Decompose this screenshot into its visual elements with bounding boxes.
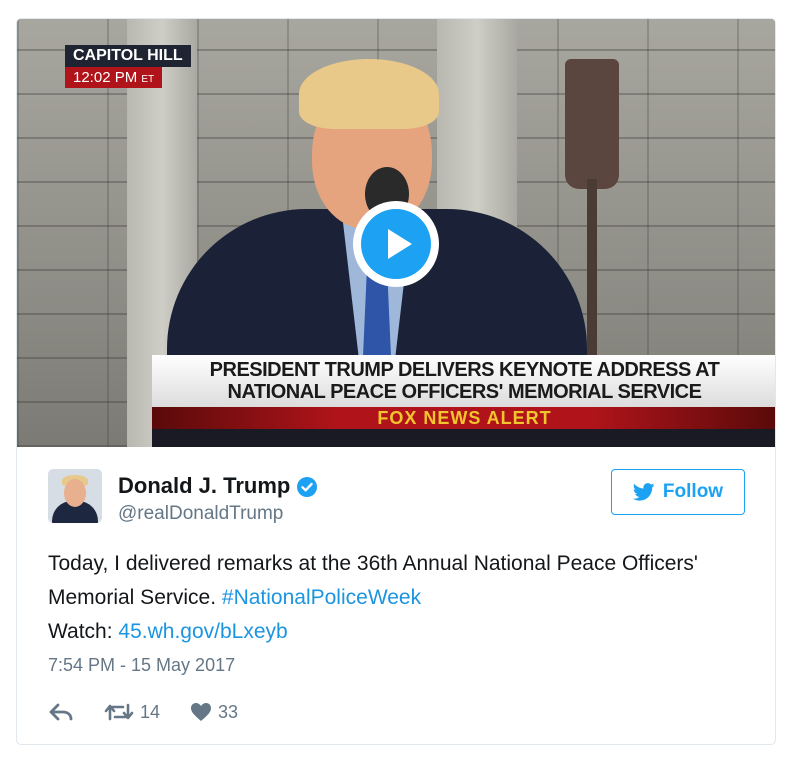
reply-button[interactable] (48, 702, 74, 722)
tweet-text: Today, I delivered remarks at the 36th A… (48, 547, 748, 649)
alert-banner: FOX NEWS ALERT (377, 408, 552, 428)
follow-label: Follow (662, 481, 724, 502)
headline-line-1: PRESIDENT TRUMP DELIVERS KEYNOTE ADDRESS… (209, 359, 720, 381)
play-icon (361, 209, 431, 279)
video-player[interactable]: CAPITOL HILL 12:02 PM ET PRESIDENT TRUMP… (17, 19, 775, 447)
play-button[interactable] (353, 201, 439, 287)
heart-icon (190, 702, 212, 722)
author-name[interactable]: Donald J. Trump (118, 473, 290, 498)
like-button[interactable]: 33 (190, 702, 238, 723)
headline-line-2: NATIONAL PEACE OFFICERS' MEMORIAL SERVIC… (227, 381, 702, 403)
timezone-label: ET (141, 74, 155, 85)
watch-label: Watch: (48, 620, 113, 643)
verified-badge-icon (296, 476, 318, 498)
tweet-card: CAPITOL HILL 12:02 PM ET PRESIDENT TRUMP… (16, 18, 776, 745)
author-name-row[interactable]: Donald J. Trump (118, 473, 318, 499)
like-count: 33 (218, 701, 239, 722)
retweet-button[interactable]: 14 (104, 702, 160, 723)
tweet-url-link[interactable]: 45.wh.gov/bLxeyb (118, 620, 287, 643)
tweet-actions: 14 33 (48, 697, 268, 727)
reply-icon (48, 702, 74, 722)
headline: PRESIDENT TRUMP DELIVERS KEYNOTE ADDRESS… (152, 359, 775, 403)
avatar[interactable] (48, 469, 102, 523)
author-handle[interactable]: @realDonaldTrump (118, 503, 283, 525)
news-lower-third: PRESIDENT TRUMP DELIVERS KEYNOTE ADDRESS… (152, 355, 775, 447)
time-value: 12:02 PM (73, 69, 138, 86)
retweet-count: 14 (140, 701, 161, 722)
retweet-icon (104, 702, 134, 722)
broadcast-time: 12:02 PM ET (65, 67, 163, 88)
twitter-bird-icon (632, 483, 655, 501)
tweet-timestamp[interactable]: 7:54 PM - 15 May 2017 (48, 655, 235, 676)
hashtag-link[interactable]: #NationalPoliceWeek (222, 586, 421, 609)
location-bug: CAPITOL HILL 12:02 PM ET (65, 45, 191, 88)
follow-button[interactable]: Follow (611, 469, 745, 515)
location-label: CAPITOL HILL (65, 45, 191, 67)
tweet-body: Donald J. Trump @realDonaldTrump Follow … (17, 447, 775, 744)
